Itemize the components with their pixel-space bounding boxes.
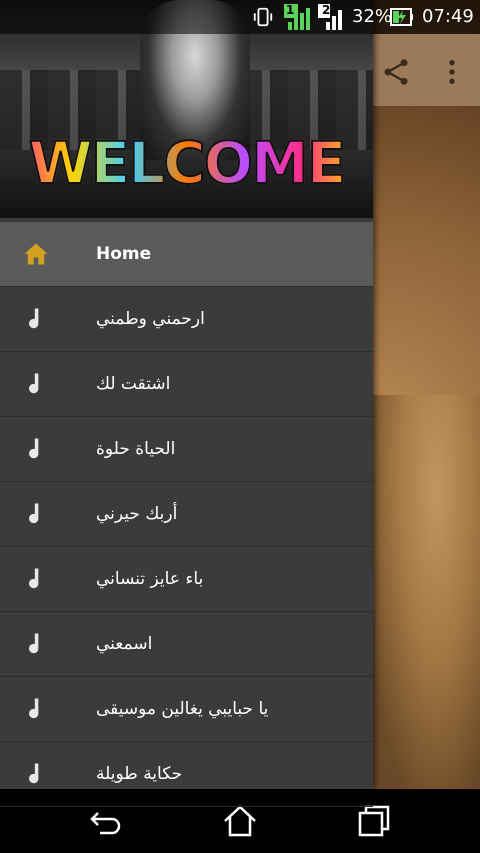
menu-item-label: ارحمني وطمني [96,309,205,329]
music-note-icon [29,373,39,394]
menu-item-label: اشتقت لك [96,374,171,394]
music-note-icon [29,698,39,719]
menu-item-song[interactable]: اسمعني [0,612,373,677]
menu-item-label: يا حبايبي يغالين موسيقى [96,699,269,719]
welcome-banner: WELCOME [14,128,359,198]
menu-item-song[interactable]: الحياة حلوة [0,417,373,482]
share-icon[interactable] [380,56,412,88]
menu-item-song[interactable]: أربك حيرني [0,482,373,547]
menu-item-label: اسمعني [96,634,153,654]
music-note-icon [29,438,39,459]
menu-item-song[interactable]: باء عايز تنساني [0,547,373,612]
menu-item-song[interactable]: ارحمني وطمني [0,287,373,352]
drawer-menu: Home ارحمني وطمني اشتقت لك الحياة حلوة أ [0,222,373,807]
battery-charging-icon [390,8,413,26]
menu-item-song[interactable]: يا حبايبي يغالين موسيقى [0,677,373,742]
menu-item-song[interactable]: اشتقت لك [0,352,373,417]
home-icon [24,243,48,265]
back-icon[interactable] [88,803,124,839]
sim1-number: 1 [286,3,295,17]
music-note-icon [29,763,39,784]
menu-item-label: Home [96,244,152,264]
music-note-icon [29,568,39,589]
music-note-icon [29,633,39,654]
menu-item-label: الحياة حلوة [96,439,176,459]
music-note-icon [29,308,39,329]
more-options-icon[interactable] [436,56,468,88]
menu-item-label: أربك حيرني [96,504,178,524]
home-nav-icon[interactable] [222,803,258,839]
menu-item-song[interactable]: حكاية طويلة [0,742,373,807]
menu-item-home[interactable]: Home [0,222,373,287]
menu-item-label: حكاية طويلة [96,764,183,784]
navigation-drawer: WELCOME Home ارحمني وطمني اشتقت لك الحيا… [0,0,373,807]
battery-percent: 32% [352,6,393,27]
vibrate-icon [253,7,273,27]
background-image [372,395,480,789]
music-note-icon [29,503,39,524]
clock: 07:49 [422,6,474,27]
recent-apps-icon[interactable] [356,803,392,839]
sim2-number: 2 [322,3,331,17]
menu-item-label: باء عايز تنساني [96,569,204,589]
status-bar: 1 2 32% 07:49 [0,0,480,34]
